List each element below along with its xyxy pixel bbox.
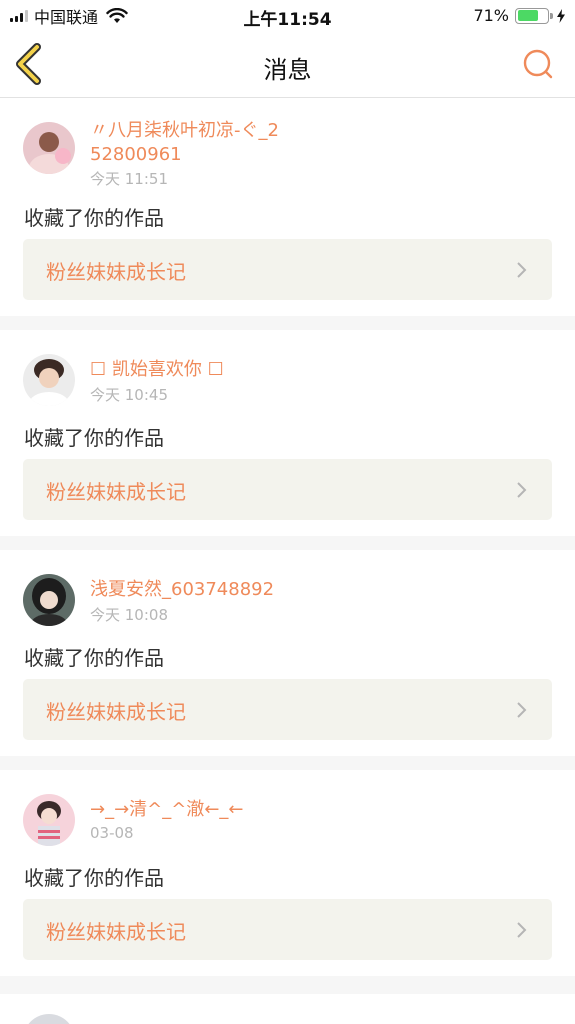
message-card: 〃八月柒秋叶初凉-ぐ_252800961 今天 11:51 收藏了你的作品 粉丝… <box>0 98 575 316</box>
battery-icon <box>515 7 553 24</box>
message-action: 收藏了你的作品 <box>24 866 164 890</box>
chevron-right-icon <box>517 922 527 938</box>
message-time: 今天 10:08 <box>90 606 168 624</box>
status-right: 71% <box>473 6 565 25</box>
username[interactable]: 浅夏安然_603748892 <box>90 578 350 602</box>
chevron-right-icon <box>517 702 527 718</box>
message-time: 今天 11:51 <box>90 170 168 188</box>
work-title: 粉丝妹妹成长记 <box>46 920 186 944</box>
chevron-right-icon <box>517 262 527 278</box>
avatar[interactable] <box>23 1014 75 1024</box>
work-link[interactable]: 粉丝妹妹成长记 <box>23 899 552 960</box>
message-card: ☐ 凯始喜欢你 ☐ 今天 10:45 收藏了你的作品 粉丝妹妹成长记 <box>0 330 575 536</box>
avatar[interactable] <box>23 794 75 846</box>
charging-icon <box>557 8 565 23</box>
avatar[interactable] <box>23 354 75 406</box>
avatar[interactable] <box>23 574 75 626</box>
work-link[interactable]: 粉丝妹妹成长记 <box>23 239 552 300</box>
username[interactable]: →_→清^_^澈←_← <box>90 798 290 822</box>
username[interactable]: 〃八月柒秋叶初凉-ぐ_252800961 <box>90 119 290 167</box>
work-link[interactable]: 粉丝妹妹成长记 <box>23 679 552 740</box>
message-time: 03-08 <box>90 824 134 842</box>
message-action: 收藏了你的作品 <box>24 206 164 230</box>
message-card: →_→清^_^澈←_← 03-08 收藏了你的作品 粉丝妹妹成长记 <box>0 770 575 976</box>
page-title: 消息 <box>263 56 312 84</box>
message-action: 收藏了你的作品 <box>24 426 164 450</box>
username[interactable]: ☐ 凯始喜欢你 ☐ <box>90 358 290 382</box>
nav-bar: 消息 <box>0 32 575 98</box>
chevron-right-icon <box>517 482 527 498</box>
message-action: 收藏了你的作品 <box>24 646 164 670</box>
search-button[interactable] <box>521 47 555 81</box>
message-time: 今天 10:45 <box>90 386 168 404</box>
message-card: 浅夏安然_603748892 今天 10:08 收藏了你的作品 粉丝妹妹成长记 <box>0 550 575 756</box>
work-title: 粉丝妹妹成长记 <box>46 700 186 724</box>
work-link[interactable]: 粉丝妹妹成长记 <box>23 459 552 520</box>
message-card-partial <box>0 994 575 1024</box>
status-bar: 中国联通 上午11:54 71% <box>0 0 575 32</box>
battery-percent: 71% <box>473 6 509 25</box>
avatar[interactable] <box>23 122 75 174</box>
work-title: 粉丝妹妹成长记 <box>46 480 186 504</box>
work-title: 粉丝妹妹成长记 <box>46 260 186 284</box>
